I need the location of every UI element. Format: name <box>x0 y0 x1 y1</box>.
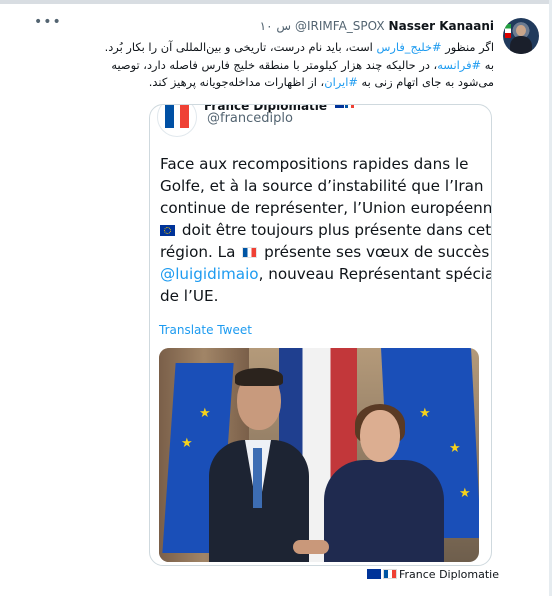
star-icon: ★ <box>199 406 211 421</box>
eu-flag-icon <box>335 105 344 108</box>
author-handle[interactable]: @IRIMFA_SPOX <box>295 19 385 33</box>
hashtag-france[interactable]: #فرانسه <box>437 58 481 72</box>
france-diplomatie-avatar[interactable] <box>157 105 197 137</box>
author-avatar[interactable] <box>503 18 539 54</box>
tweet-timestamp[interactable]: ۱۰ س <box>260 19 291 33</box>
eu-flag-icon <box>367 569 381 579</box>
quoted-author-flags <box>335 105 355 109</box>
window-top-border <box>0 0 552 4</box>
hashtag-iran[interactable]: #ایران <box>324 75 358 89</box>
star-icon: ★ <box>181 436 193 451</box>
star-icon: ★ <box>459 486 471 501</box>
france-flag-icon <box>242 247 258 258</box>
photo-source-label: France Diplomatie <box>367 567 499 581</box>
author-name[interactable]: Nasser Kanaani <box>389 19 494 33</box>
quoted-tweet-card[interactable]: France Diplomatie @francediplo Face aux … <box>149 104 492 566</box>
hashtag-persian-gulf[interactable]: #خلیج_فارس <box>376 40 441 54</box>
quoted-tweet-photo[interactable]: ★ ★ ★ ★ ★ <box>159 348 479 562</box>
star-icon: ★ <box>419 406 431 421</box>
star-icon: ★ <box>449 441 461 456</box>
tweet-text-line: می‌شود به جای اتهام زنی به #ایران، از اظ… <box>148 75 494 89</box>
france-flag-icon <box>383 569 397 579</box>
translate-tweet-link[interactable]: Translate Tweet <box>159 323 252 337</box>
tweet-header: Nasser Kanaani @IRIMFA_SPOX ۱۰ س <box>260 17 494 35</box>
tweet-text: اگر منظور #خلیج_فارس است، باید نام درست،… <box>44 39 494 92</box>
quoted-author-handle[interactable]: @francediplo <box>207 111 293 126</box>
quoted-tweet-text: Face aux recompositions rapides dans le … <box>160 155 492 305</box>
mention-luigidimaio[interactable]: @luigidimaio <box>160 265 259 283</box>
france-flag-icon <box>345 105 354 108</box>
tweet-text-line: اگر منظور #خلیج_فارس است، باید نام درست،… <box>104 40 494 54</box>
eu-flag-icon <box>160 225 175 236</box>
tweet-text-line: به #فرانسه، در حالیکه چند هزار کیلومتر ب… <box>111 57 494 72</box>
more-dots-icon[interactable]: ••• <box>34 15 61 29</box>
